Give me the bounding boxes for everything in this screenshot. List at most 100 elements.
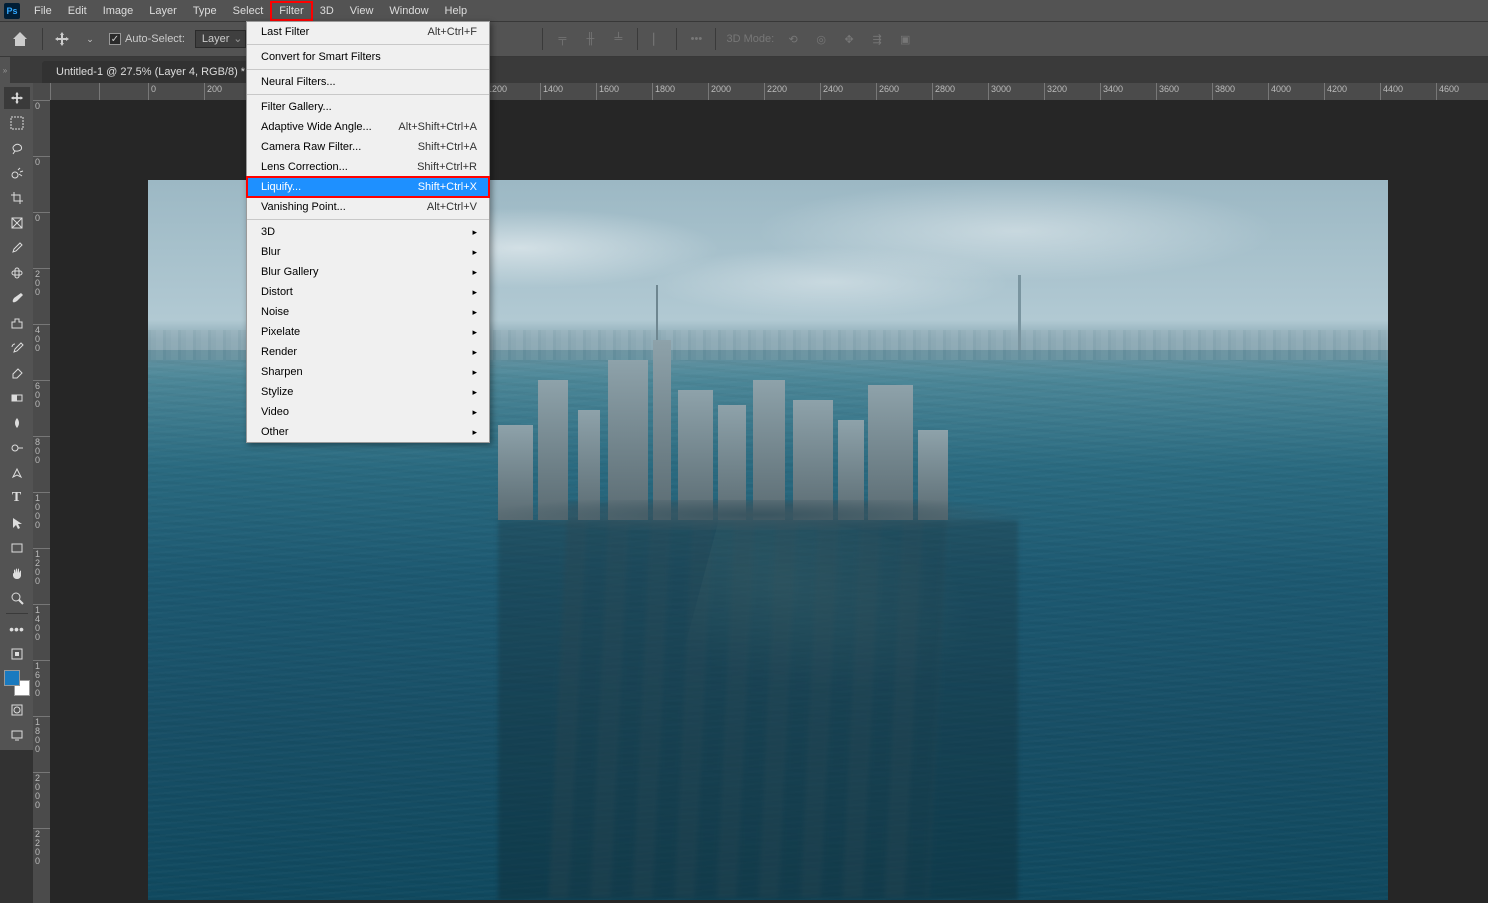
menu-filter[interactable]: Filter (271, 2, 311, 20)
history-brush-tool[interactable] (4, 337, 30, 359)
frame-tool[interactable] (4, 212, 30, 234)
menu-item-3d[interactable]: 3D▸ (247, 222, 489, 242)
menu-item-label: Stylize (261, 384, 472, 400)
rectangle-tool[interactable] (4, 537, 30, 559)
move-tool-icon (53, 30, 71, 48)
menu-item-shortcut: Alt+Ctrl+V (427, 199, 477, 215)
menu-item-label: Noise (261, 304, 472, 320)
menu-item-label: Pixelate (261, 324, 472, 340)
menu-edit[interactable]: Edit (60, 2, 95, 20)
hand-tool[interactable] (4, 562, 30, 584)
menu-window[interactable]: Window (381, 2, 436, 20)
menu-item-stylize[interactable]: Stylize▸ (247, 382, 489, 402)
roll-3d-icon[interactable]: ◎ (812, 30, 830, 48)
submenu-arrow-icon: ▸ (472, 284, 477, 300)
auto-select-target-dropdown[interactable]: Layer (195, 30, 247, 48)
menu-item-noise[interactable]: Noise▸ (247, 302, 489, 322)
chevron-down-icon[interactable]: ⌄ (81, 30, 99, 48)
path-select-tool[interactable] (4, 512, 30, 534)
pen-tool[interactable] (4, 462, 30, 484)
eraser-tool[interactable] (4, 362, 30, 384)
menu-item-liquify[interactable]: Liquify...Shift+Ctrl+X (247, 177, 489, 197)
menu-layer[interactable]: Layer (141, 2, 185, 20)
foreground-color-swatch[interactable] (4, 670, 20, 686)
align-left-icon[interactable]: ▏ (648, 30, 666, 48)
menu-item-sharpen[interactable]: Sharpen▸ (247, 362, 489, 382)
separator (715, 28, 716, 50)
menu-item-camera-raw-filter[interactable]: Camera Raw Filter...Shift+Ctrl+A (247, 137, 489, 157)
menu-item-shortcut: Shift+Ctrl+A (418, 139, 477, 155)
zoom-tool[interactable] (4, 587, 30, 609)
menu-item-neural-filters[interactable]: Neural Filters... (247, 72, 489, 92)
edit-toolbar-icon[interactable] (4, 643, 30, 665)
slide-3d-icon[interactable]: ⇶ (868, 30, 886, 48)
align-vcenter-icon[interactable]: ╫ (581, 30, 599, 48)
document-tab[interactable]: Untitled-1 @ 27.5% (Layer 4, RGB/8) * × (42, 61, 277, 83)
gradient-tool[interactable] (4, 387, 30, 409)
separator (542, 28, 543, 50)
menu-3d[interactable]: 3D (312, 2, 342, 20)
more-tools-icon[interactable]: ••• (4, 618, 30, 640)
align-top-icon[interactable]: ╤ (553, 30, 571, 48)
blur-tool[interactable] (4, 412, 30, 434)
crop-tool[interactable] (4, 187, 30, 209)
eyedropper-tool[interactable] (4, 237, 30, 259)
menu-item-other[interactable]: Other▸ (247, 422, 489, 442)
more-icon[interactable]: ••• (687, 30, 705, 48)
vertical-ruler[interactable]: 0002 0 04 0 06 0 08 0 01 0 0 01 2 0 01 4… (33, 100, 50, 903)
menu-select[interactable]: Select (225, 2, 272, 20)
pan-3d-icon[interactable]: ✥ (840, 30, 858, 48)
brush-tool[interactable] (4, 287, 30, 309)
menu-item-convert-for-smart-filters[interactable]: Convert for Smart Filters (247, 47, 489, 67)
submenu-arrow-icon: ▸ (472, 244, 477, 260)
menu-item-distort[interactable]: Distort▸ (247, 282, 489, 302)
submenu-arrow-icon: ▸ (472, 364, 477, 380)
submenu-arrow-icon: ▸ (472, 264, 477, 280)
dodge-tool[interactable] (4, 437, 30, 459)
menu-item-shortcut: Shift+Ctrl+R (417, 159, 477, 175)
checkbox-icon (109, 33, 121, 45)
type-tool[interactable]: T (4, 487, 30, 509)
orbit-3d-icon[interactable]: ⟲ (784, 30, 802, 48)
menu-item-vanishing-point[interactable]: Vanishing Point...Alt+Ctrl+V (247, 197, 489, 217)
menu-file[interactable]: File (26, 2, 60, 20)
menu-item-label: Convert for Smart Filters (261, 49, 477, 65)
move-tool[interactable] (4, 87, 30, 109)
menu-help[interactable]: Help (437, 2, 476, 20)
menu-view[interactable]: View (342, 2, 382, 20)
menu-item-label: Blur (261, 244, 472, 260)
menu-item-pixelate[interactable]: Pixelate▸ (247, 322, 489, 342)
submenu-arrow-icon: ▸ (472, 224, 477, 240)
lasso-tool[interactable] (4, 137, 30, 159)
menu-item-label: Camera Raw Filter... (261, 139, 418, 155)
marquee-tool[interactable] (4, 112, 30, 134)
menu-item-blur[interactable]: Blur▸ (247, 242, 489, 262)
align-bottom-icon[interactable]: ╧ (609, 30, 627, 48)
options-bar: ⌄ Auto-Select: Layer ╤ ╫ ╧ ▏ ••• 3D Mode… (0, 21, 1488, 57)
menu-item-label: Liquify... (261, 179, 418, 195)
menu-item-render[interactable]: Render▸ (247, 342, 489, 362)
menu-item-lens-correction[interactable]: Lens Correction...Shift+Ctrl+R (247, 157, 489, 177)
menu-item-adaptive-wide-angle[interactable]: Adaptive Wide Angle...Alt+Shift+Ctrl+A (247, 117, 489, 137)
menu-image[interactable]: Image (95, 2, 142, 20)
app-logo: Ps (4, 3, 20, 19)
camera-3d-icon[interactable]: ▣ (896, 30, 914, 48)
home-button[interactable] (8, 27, 32, 51)
screenmode-icon[interactable] (4, 724, 30, 746)
healing-tool[interactable] (4, 262, 30, 284)
quick-select-tool[interactable] (4, 162, 30, 184)
collapse-grip[interactable]: » (0, 57, 10, 83)
menu-item-last-filter[interactable]: Last FilterAlt+Ctrl+F (247, 22, 489, 42)
quickmask-icon[interactable] (4, 699, 30, 721)
clone-tool[interactable] (4, 312, 30, 334)
menu-type[interactable]: Type (185, 2, 225, 20)
menu-item-video[interactable]: Video▸ (247, 402, 489, 422)
auto-select-label: Auto-Select: (125, 33, 185, 45)
separator (6, 613, 28, 614)
auto-select-checkbox[interactable]: Auto-Select: (109, 33, 185, 45)
menu-item-blur-gallery[interactable]: Blur Gallery▸ (247, 262, 489, 282)
color-swatches[interactable] (4, 670, 30, 696)
menu-item-label: 3D (261, 224, 472, 240)
menu-item-filter-gallery[interactable]: Filter Gallery... (247, 97, 489, 117)
menu-item-shortcut: Alt+Shift+Ctrl+A (398, 119, 477, 135)
